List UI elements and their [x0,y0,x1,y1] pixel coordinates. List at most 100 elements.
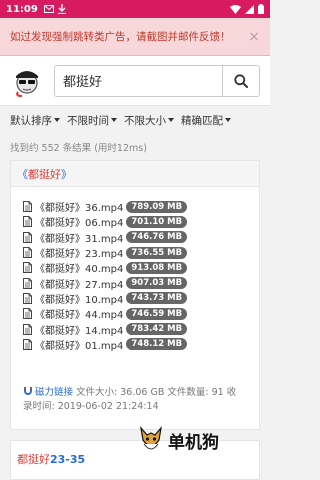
file-list: 《都挺好 》36.mp4 789.09 MB 《都挺好 》06.mp4 701.10 M… [11,187,259,352]
file-name-suffix: 》36.mp4 [75,203,124,215]
search-button[interactable] [222,64,260,97]
file-name-suffix: 》27.mp4 [75,279,124,291]
watermark: 单机狗 [138,424,248,456]
chevron-down-icon [225,118,231,122]
file-item: 《都挺好 》06.mp4 701.10 MB [23,214,259,229]
file-name-keyword: 都挺好 [45,325,75,337]
site-logo[interactable] [10,64,44,98]
file-name-suffix: 》40.mp4 [75,264,124,276]
file-icon [23,201,32,213]
file-name-prefix: 《 [35,203,45,215]
file-item: 《都挺好 》36.mp4 789.09 MB [23,199,259,214]
ad-warning-alert: 如过发现强制跳转类广告，请截图并邮件反馈！ × [0,18,270,56]
result-count: 找到约 552 条结果 (用时12ms) [10,143,147,154]
chevron-down-icon [54,118,60,122]
email-icon [43,5,54,13]
file-name-prefix: 《 [35,340,45,352]
status-time: 11:09 [6,3,38,15]
result-meta: 磁力链接 文件大小: 36.06 GB 文件数量: 91 收 录时间: 2019… [23,386,253,414]
result-title[interactable]: 《都挺好》 [11,161,259,187]
file-item: 《都挺好 》44.mp4 746.59 MB [23,306,259,321]
file-name-keyword: 都挺好 [45,264,75,276]
file-icon [23,231,32,243]
file-icon [23,292,32,304]
file-name-prefix: 《 [35,294,45,306]
magnet-icon [24,387,32,395]
alert-message: 如过发现强制跳转类广告，请截图并邮件反馈！ [10,31,231,43]
header: 都挺好 [0,56,270,106]
chevron-down-icon [168,118,174,122]
file-item: 《都挺好 》31.mp4 746.76 MB [23,230,259,245]
file-name-suffix: 》44.mp4 [75,310,124,322]
file-size-badge: 746.76 MB [126,231,188,244]
file-name-keyword: 都挺好 [45,218,75,230]
file-name-suffix: 》14.mp4 [75,325,124,337]
sort-label: 默认排序 [10,114,52,127]
file-icon [23,338,32,350]
title-keyword: 都挺好 [28,167,61,181]
file-item: 《都挺好 》23.mp4 736.55 MB [23,245,259,260]
result-title-link[interactable]: 《都挺好》 [17,166,72,182]
file-name-keyword: 都挺好 [45,294,75,306]
meta-line-2: 录时间: 2019-06-02 21:24:14 [23,401,159,412]
file-size-badge: 748.12 MB [126,338,188,351]
wifi-icon [230,4,241,14]
file-name-prefix: 《 [35,325,45,337]
file-size-badge: 743.73 MB [126,292,188,305]
file-size-badge: 746.59 MB [126,307,188,320]
search-icon [234,73,248,88]
file-size-badge: 907.03 MB [126,277,188,290]
signal-icon [245,4,254,14]
file-name-keyword: 都挺好 [45,203,75,215]
watermark-text: 单机狗 [168,432,219,453]
filter-bar: 默认排序 不限时间 不限大小 精确匹配 [0,106,270,134]
download-icon [57,4,66,14]
file-name-suffix: 》01.mp4 [75,340,124,352]
size-label: 不限大小 [124,114,166,127]
time-label: 不限时间 [67,114,109,127]
file-item: 《都挺好 》01.mp4 748.12 MB [23,337,259,352]
file-name-prefix: 《 [35,310,45,322]
file-name-prefix: 《 [35,279,45,291]
file-icon [23,308,32,320]
file-icon [23,247,32,259]
battery-icon [258,4,264,14]
status-bar: 11:09 [0,0,270,18]
size-dropdown[interactable]: 不限大小 [124,113,174,128]
alert-close-button[interactable]: × [248,29,260,45]
file-name-keyword: 都挺好 [45,310,75,322]
file-name-keyword: 都挺好 [45,279,75,291]
match-label: 精确匹配 [181,114,223,127]
file-size-badge: 701.10 MB [126,215,188,228]
file-name-suffix: 》31.mp4 [75,233,124,245]
search-input[interactable]: 都挺好 [54,64,222,97]
file-item: 《都挺好 》14.mp4 783.42 MB [23,321,259,337]
title-rest: 23-35 [50,453,86,466]
chevron-down-icon [111,118,117,122]
file-name-suffix: 》06.mp4 [75,218,124,230]
title-open-bracket: 《 [17,167,28,181]
file-size-badge: 789.09 MB [126,200,188,213]
file-name-keyword: 都挺好 [45,233,75,245]
title-close-bracket: 》 [61,167,72,181]
file-item: 《都挺好 》27.mp4 907.03 MB [23,275,259,291]
sort-dropdown[interactable]: 默认排序 [10,113,60,128]
time-dropdown[interactable]: 不限时间 [67,113,117,128]
file-name-suffix: 》23.mp4 [75,249,124,261]
file-item: 《都挺好 》10.mp4 743.73 MB [23,291,259,306]
file-size-badge: 913.08 MB [126,261,188,274]
magnet-link[interactable]: 磁力链接 [35,387,73,398]
file-name-prefix: 《 [35,264,45,276]
file-name-prefix: 《 [35,233,45,245]
file-icon [23,216,32,228]
file-name-suffix: 》10.mp4 [75,294,124,306]
file-icon [23,262,32,274]
file-name-keyword: 都挺好 [45,340,75,352]
dog-mascot-icon [140,426,162,450]
title-keyword: 都挺好 [17,453,50,466]
file-name-keyword: 都挺好 [45,249,75,261]
file-icon [23,323,32,335]
file-icon [23,277,32,289]
match-dropdown[interactable]: 精确匹配 [181,113,231,128]
file-item: 《都挺好 》40.mp4 913.08 MB [23,260,259,275]
